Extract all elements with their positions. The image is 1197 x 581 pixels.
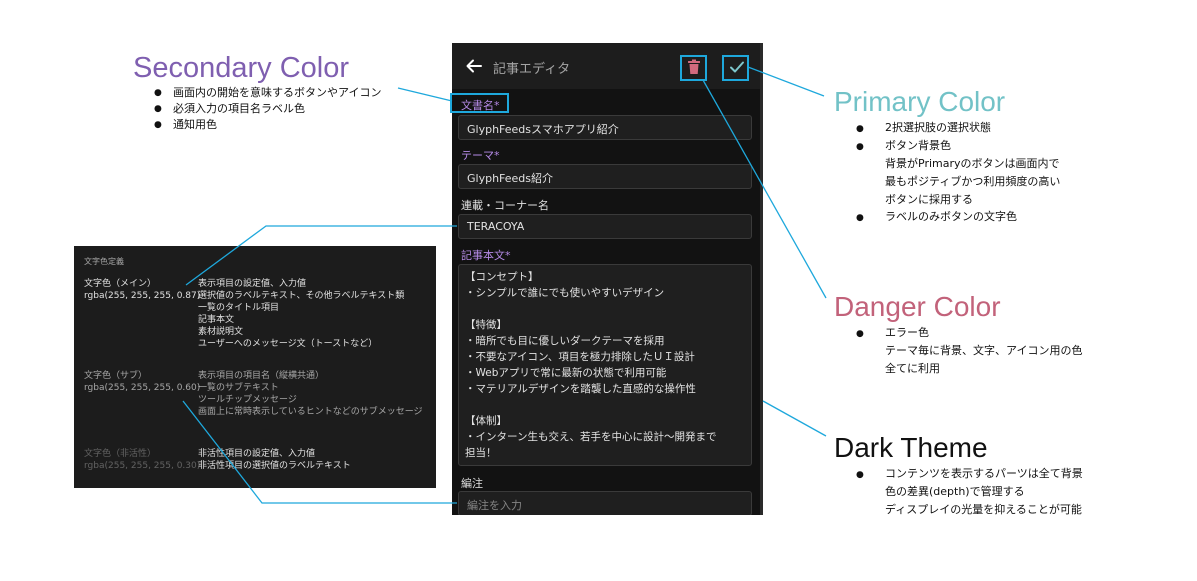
danger-connector	[702, 79, 827, 299]
dark-connector	[762, 400, 827, 437]
secondary-connector	[397, 87, 453, 102]
connector-lines	[182, 66, 827, 504]
primary-connector	[747, 66, 825, 97]
sub-text-connector	[182, 400, 457, 504]
main-text-connector	[185, 225, 457, 286]
